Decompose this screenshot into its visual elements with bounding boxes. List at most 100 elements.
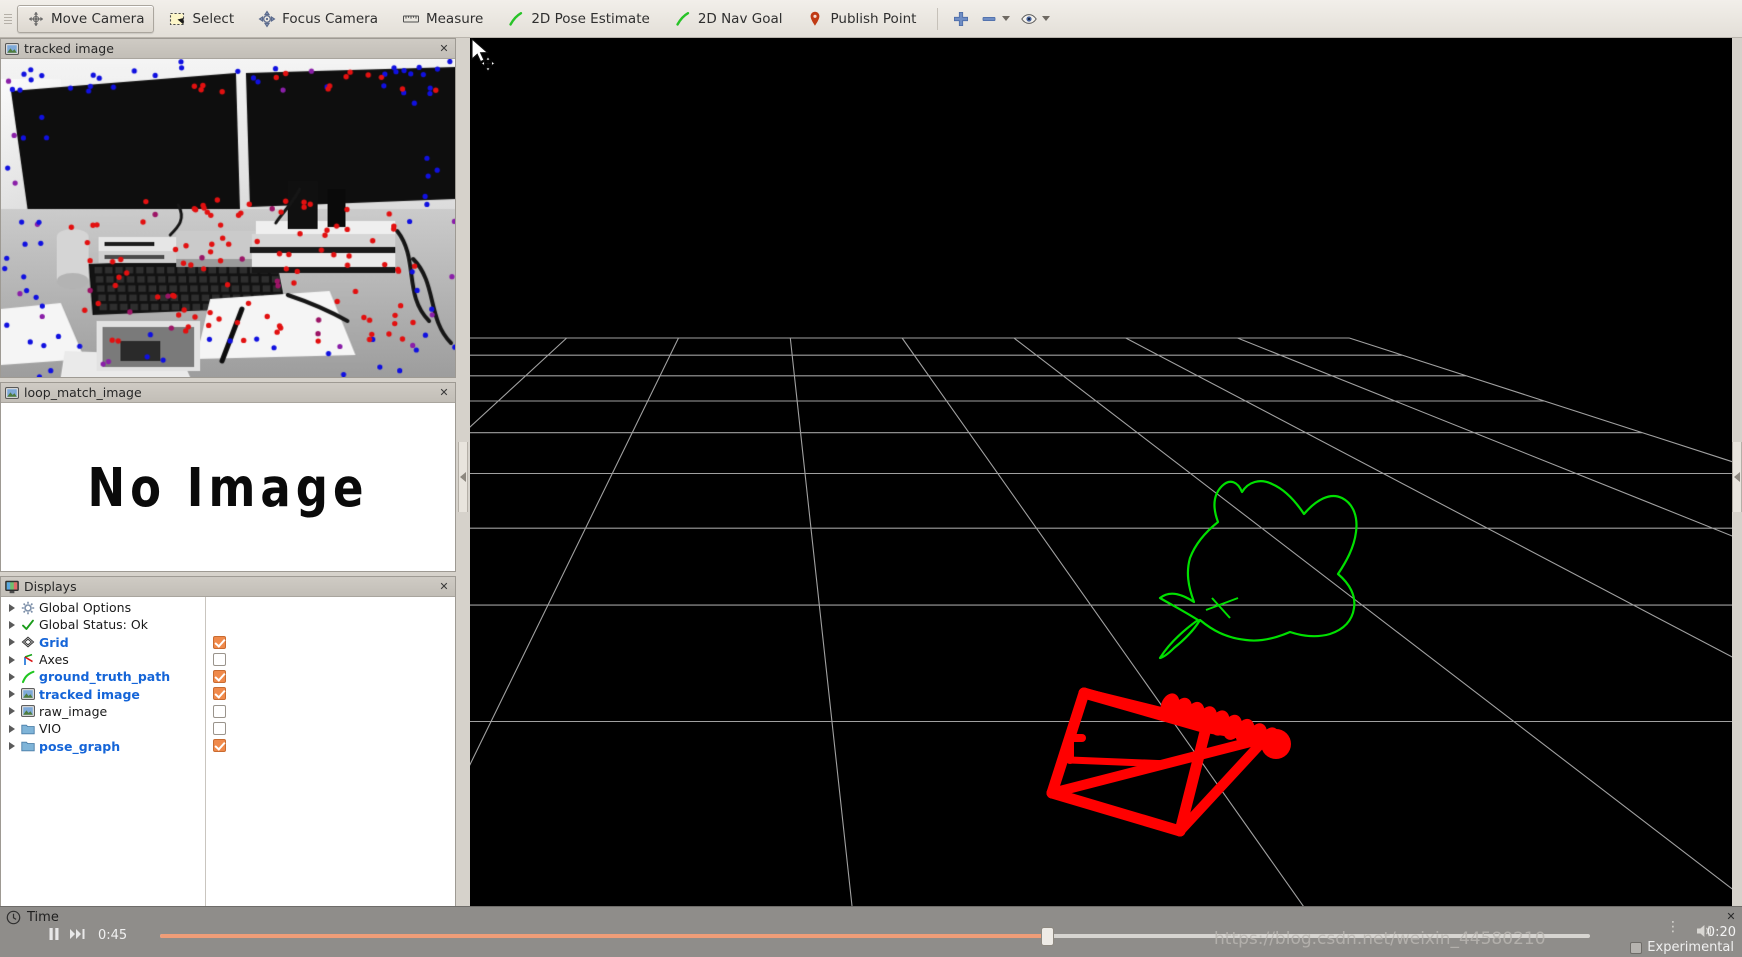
display-item-global-options[interactable]: Global Options [1,599,205,616]
display-item-enabled-checkbox[interactable] [213,635,226,649]
displays-panel-icon [5,580,19,594]
publish-point-icon [806,10,824,28]
display-item-label: Grid [39,634,69,650]
panel-tracked-image: tracked image ✕ [0,38,456,378]
image-panel-icon [5,42,19,56]
visibility-button[interactable] [1015,5,1055,33]
tool-move-camera[interactable]: Move Camera [17,4,155,33]
experimental-checkbox[interactable] [1630,941,1643,954]
playback-slider-fill [160,934,1047,938]
grid-icon [21,635,35,649]
loop-match-image-area: No Image [1,403,455,571]
remove-tool-icon [980,10,998,28]
expand-triangle-icon[interactable] [7,741,17,751]
tool-measure[interactable]: Measure [392,5,493,33]
expand-triangle-icon[interactable] [7,706,17,716]
tool-select-label: Select [192,10,235,27]
scene-graphics [470,38,1732,917]
displays-tree-body: Global Options Global Status: Ok Grid Axes g… [1,597,455,911]
pose-estimate-icon [507,10,525,28]
tracked-image-titlebar[interactable]: tracked image ✕ [1,39,455,59]
display-item-enabled-checkbox[interactable] [213,704,226,718]
display-item-vio[interactable]: VIO [1,720,226,737]
main-toolbar: Move Camera Select Focus Camera Measure … [0,0,1742,38]
tool-publish-point[interactable]: Publish Point [796,5,926,33]
displays-close-icon[interactable]: ✕ [437,580,451,594]
right-dock-collapse-button[interactable] [1732,442,1742,512]
display-item-label: Global Status: Ok [39,617,148,633]
tracked-image-close-icon[interactable]: ✕ [437,42,451,56]
time-panel-title: Time [27,909,59,925]
chevron-left-icon [460,472,466,482]
expand-triangle-icon[interactable] [7,603,17,613]
toolbar-grip[interactable] [4,6,12,32]
panel-loop-match-image: loop_match_image ✕ No Image [0,382,456,572]
image-panel-icon [5,386,19,400]
tool-2d-pose-estimate[interactable]: 2D Pose Estimate [497,5,659,33]
folder-icon [21,722,35,736]
display-item-label: pose_graph [39,738,121,754]
expand-triangle-icon[interactable] [7,724,17,734]
measure-icon [402,10,420,28]
display-item-enabled-checkbox[interactable] [213,722,226,736]
remove-tool-button[interactable] [975,5,1015,33]
expand-triangle-icon[interactable] [7,689,17,699]
loop-match-close-icon[interactable]: ✕ [437,386,451,400]
expand-triangle-icon[interactable] [7,672,17,682]
time-panel: Time ✕ 0:45 0:20 ⋮ Experimental [0,906,1742,957]
left-dock: tracked image ✕ loop_match_image ✕ No Im… [0,38,466,940]
image-icon [21,704,35,718]
display-item-enabled-checkbox[interactable] [213,652,226,666]
select-icon [168,10,186,28]
add-tool-button[interactable] [947,5,975,33]
playback-slider-thumb[interactable] [1040,927,1054,946]
display-item-raw-image[interactable]: raw_image [1,703,226,720]
displays-title: Displays [24,579,77,594]
tool-move-camera-label: Move Camera [51,10,145,27]
expand-triangle-icon[interactable] [7,655,17,665]
tool-2d-nav-goal[interactable]: 2D Nav Goal [664,5,793,33]
displays-titlebar[interactable]: Displays ✕ [1,577,455,597]
display-item-pose-graph[interactable]: pose_graph [1,737,226,754]
clock-icon [6,910,21,925]
display-item-global-status-ok[interactable]: Global Status: Ok [1,616,205,633]
left-dock-collapse-button[interactable] [458,442,468,512]
visibility-eye-icon [1020,10,1038,28]
pause-icon[interactable] [48,927,60,944]
display-item-enabled-checkbox[interactable] [213,687,226,701]
display-item-tracked-image[interactable]: tracked image [1,685,226,702]
tool-focus-camera[interactable]: Focus Camera [248,5,388,33]
display-item-label: tracked image [39,686,140,702]
tracked-image-canvas [1,59,455,377]
axes-icon [21,653,35,667]
expand-triangle-icon[interactable] [7,620,17,630]
time-panel-close-icon[interactable]: ✕ [1724,909,1738,923]
display-item-enabled-checkbox[interactable] [213,739,226,753]
tool-focus-camera-label: Focus Camera [282,10,378,27]
vertical-dots-icon[interactable]: ⋮ [1666,920,1680,934]
display-item-axes[interactable]: Axes [1,651,226,668]
loop-match-titlebar[interactable]: loop_match_image ✕ [1,383,455,403]
nav-goal-icon [674,10,692,28]
tool-2d-nav-goal-label: 2D Nav Goal [697,10,783,27]
playback-current-time: 0:45 [98,927,128,943]
tool-select[interactable]: Select [158,5,244,33]
folder-icon [21,739,35,753]
move-camera-icon [27,10,45,28]
display-item-ground-truth-path[interactable]: ground_truth_path [1,668,226,685]
remove-tool-chevron-down-icon[interactable] [1002,16,1011,21]
display-item-label: VIO [39,721,62,737]
display-item-label: ground_truth_path [39,669,171,685]
render-view-3d[interactable] [470,38,1732,917]
visibility-chevron-down-icon[interactable] [1042,16,1051,21]
experimental-toggle[interactable]: Experimental [1630,940,1734,955]
display-item-grid[interactable]: Grid [1,634,226,651]
displays-tree: Global Options Global Status: Ok Grid Axes g… [1,597,226,911]
path-icon [21,670,35,684]
step-forward-icon[interactable] [70,928,88,943]
tool-2d-pose-estimate-label: 2D Pose Estimate [531,10,650,27]
gear-icon [21,601,35,615]
display-item-enabled-checkbox[interactable] [213,670,226,684]
playback-slider-track[interactable] [160,927,1590,946]
expand-triangle-icon[interactable] [7,637,17,647]
